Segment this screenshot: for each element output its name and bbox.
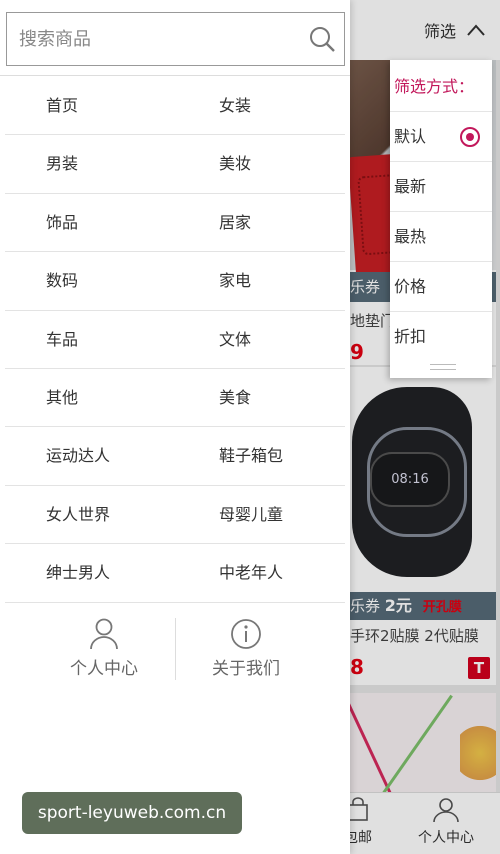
category-sports[interactable]: 运动达人: [46, 427, 110, 485]
category-beauty[interactable]: 美妆: [219, 135, 251, 193]
category-digital[interactable]: 数码: [46, 252, 78, 310]
category-appliances[interactable]: 家电: [219, 252, 251, 310]
filter-option-label: 折扣: [394, 327, 427, 346]
category-women[interactable]: 女人世界: [46, 486, 110, 544]
filter-option-label: 默认: [394, 127, 427, 146]
side-drawer: 首页 女装 男装 美妆 饰品 居家 数码 家电 车品 文体 其他 美食 运动达人 鞋子箱包 女…: [0, 0, 350, 854]
category-row: 运动达人 鞋子箱包: [5, 427, 345, 486]
category-grid: 首页 女装 男装 美妆 饰品 居家 数码 家电 车品 文体 其他 美食 运动达人 鞋子箱包 女…: [0, 77, 350, 603]
drag-handle-icon[interactable]: [430, 364, 456, 370]
search-input[interactable]: [7, 13, 297, 65]
category-gentlemen[interactable]: 绅士男人: [46, 544, 110, 602]
category-row: 数码 家电: [5, 252, 345, 311]
drawer-links: 个人中心 关于我们: [0, 610, 350, 690]
filter-option-hottest[interactable]: 最热: [390, 212, 492, 262]
category-row: 饰品 居家: [5, 194, 345, 253]
category-other[interactable]: 其他: [46, 369, 78, 427]
watermark: sport-leyuweb.com.cn: [22, 792, 242, 834]
filter-option-discount[interactable]: 折扣: [390, 312, 492, 362]
category-seniors[interactable]: 中老年人: [219, 544, 283, 602]
info-icon: [231, 619, 261, 649]
category-car[interactable]: 车品: [46, 311, 78, 369]
filter-option-newest[interactable]: 最新: [390, 162, 492, 212]
filter-option-label: 价格: [394, 277, 427, 296]
app-screen: 筛选 乐券 地垫门垫 9 T 08:16 乐券 2元 开孔膜 手环2贴膜 2代贴…: [0, 0, 500, 854]
filter-title: 筛选方式：: [390, 60, 492, 112]
category-accessories[interactable]: 饰品: [46, 194, 78, 252]
user-icon: [90, 618, 118, 650]
category-row: 女人世界 母婴儿童: [5, 486, 345, 545]
category-row: 首页 女装: [5, 77, 345, 136]
search-box: [6, 12, 345, 66]
category-shoes-bags[interactable]: 鞋子箱包: [219, 427, 283, 485]
category-row: 男装 美妆: [5, 135, 345, 194]
filter-option-price[interactable]: 价格: [390, 262, 492, 312]
filter-option-default[interactable]: 默认: [390, 112, 492, 162]
category-mens-clothing[interactable]: 男装: [46, 135, 78, 193]
search-icon[interactable]: [308, 25, 336, 53]
category-home[interactable]: 首页: [46, 77, 78, 135]
category-womens-clothing[interactable]: 女装: [219, 77, 251, 135]
about-link[interactable]: 关于我们: [160, 618, 332, 679]
category-row: 车品 文体: [5, 311, 345, 369]
category-row: 绅士男人 中老年人: [5, 544, 345, 603]
radio-selected-icon: [460, 127, 480, 147]
category-row: 其他 美食: [5, 369, 345, 428]
category-mother-baby[interactable]: 母婴儿童: [219, 486, 283, 544]
filter-panel: 筛选方式： 默认 最新 最热 价格 折扣: [390, 60, 492, 378]
filter-option-label: 最新: [394, 177, 427, 196]
about-link-label: 关于我们: [212, 659, 280, 679]
category-food[interactable]: 美食: [219, 369, 251, 427]
category-stationery[interactable]: 文体: [219, 311, 251, 369]
filter-option-label: 最热: [394, 227, 427, 246]
profile-link-label: 个人中心: [70, 659, 138, 679]
search-bar: [0, 0, 350, 76]
category-household[interactable]: 居家: [219, 194, 251, 252]
